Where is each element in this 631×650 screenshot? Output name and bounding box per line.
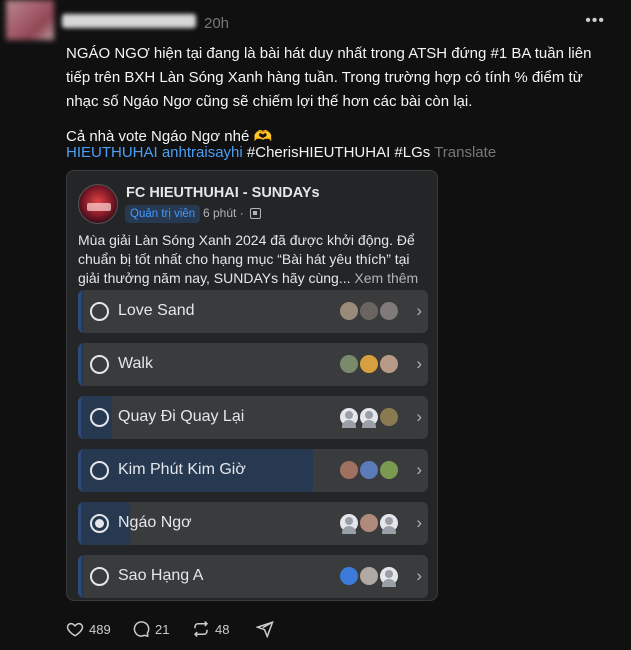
poll-fill (81, 290, 85, 333)
radio-button[interactable] (90, 461, 109, 480)
dot-separator: · (239, 206, 244, 220)
page-name[interactable]: FC HIEUTHUHAI - SUNDAYs (126, 185, 320, 201)
poll: Love Sand › Walk › Quay Đi Quay Lại › Ki… (78, 290, 428, 600)
chevron-right-icon[interactable]: › (416, 513, 422, 533)
post-actions: 489 21 48 (66, 620, 326, 642)
radio-button[interactable] (90, 355, 109, 374)
voter-avatar (378, 565, 400, 587)
poll-option-label: Walk (118, 355, 153, 372)
radio-button[interactable] (90, 408, 109, 427)
send-icon (256, 621, 274, 638)
voter-avatar (338, 300, 360, 322)
admin-badge: Quản trị viên (125, 205, 201, 223)
voter-avatar (358, 512, 380, 534)
voter-avatar (338, 353, 360, 375)
radio-button[interactable] (90, 302, 109, 321)
poll-option[interactable]: Love Sand › (78, 290, 428, 333)
voter-avatar (338, 459, 360, 481)
translate-link[interactable]: Translate (434, 144, 496, 161)
author-avatar[interactable] (6, 0, 54, 40)
page-avatar[interactable] (78, 184, 118, 224)
voter-avatar (358, 353, 380, 375)
see-more-link[interactable]: Xem thêm (354, 270, 418, 286)
post-body: NGÁO NGƠ hiện tại đang là bài hát duy nh… (66, 42, 614, 149)
more-options-icon[interactable]: ••• (585, 12, 605, 30)
poll-option-label: Sao Hạng A (118, 567, 204, 584)
chevron-right-icon[interactable]: › (416, 407, 422, 427)
heart-icon (66, 622, 84, 637)
poll-option-label: Kim Phút Kim Giờ (118, 461, 246, 478)
voter-avatar (378, 300, 400, 322)
like-count: 489 (89, 621, 111, 637)
group-privacy-icon (250, 208, 261, 219)
comment-icon (133, 621, 150, 638)
shared-post-description: Mùa giải Làn Sóng Xanh 2024 đã được khởi… (78, 231, 430, 288)
poll-fill (81, 343, 85, 386)
poll-option[interactable]: Walk › (78, 343, 428, 386)
voter-avatar (378, 353, 400, 375)
voter-avatars[interactable] (338, 406, 406, 428)
voter-avatar (338, 512, 360, 534)
repost-button[interactable]: 48 (192, 620, 229, 638)
voter-avatar (338, 406, 360, 428)
shared-post-card[interactable]: FC HIEUTHUHAI - SUNDAYs Quản trị viên 6 … (66, 170, 438, 601)
voter-avatars[interactable] (338, 353, 406, 375)
poll-option[interactable]: Ngáo Ngơ › (78, 502, 428, 545)
voter-avatars[interactable] (338, 459, 406, 481)
poll-fill (81, 555, 85, 598)
voter-avatar (358, 565, 380, 587)
voter-avatars[interactable] (338, 512, 406, 534)
poll-option[interactable]: Sao Hạng A › (78, 555, 428, 598)
post-timestamp: 20h (204, 15, 230, 32)
post-paragraph: NGÁO NGƠ hiện tại đang là bài hát duy nh… (66, 45, 592, 110)
hashtag-row: HIEUTHUHAI anhtraisayhi #CherisHIEUTHUHA… (66, 143, 496, 163)
repost-icon (193, 620, 209, 638)
hashtag-link[interactable]: #CherisHIEUTHUHAI #LGs (247, 144, 430, 161)
like-button[interactable]: 489 (66, 620, 111, 638)
chevron-right-icon[interactable]: › (416, 460, 422, 480)
shared-post-time: 6 phút · (203, 206, 244, 220)
repost-count: 48 (215, 621, 230, 637)
poll-option-label: Ngáo Ngơ (118, 514, 192, 531)
chevron-right-icon[interactable]: › (416, 566, 422, 586)
poll-option-label: Quay Đi Quay Lại (118, 408, 245, 425)
comment-button[interactable]: 21 (132, 620, 169, 638)
poll-option-label: Love Sand (118, 302, 195, 319)
radio-button[interactable] (90, 567, 109, 586)
shared-time-text: 6 phút (203, 206, 237, 220)
voter-avatar (338, 565, 360, 587)
voter-avatar (358, 459, 380, 481)
poll-option[interactable]: Kim Phút Kim Giờ › (78, 449, 428, 492)
chevron-right-icon[interactable]: › (416, 301, 422, 321)
voter-avatar (378, 459, 400, 481)
voter-avatar (358, 300, 380, 322)
mention-link[interactable]: HIEUTHUHAI anhtraisayhi (66, 144, 243, 161)
voter-avatars[interactable] (338, 300, 406, 322)
radio-button[interactable] (90, 514, 109, 533)
voter-avatar (378, 406, 400, 428)
voter-avatar (358, 406, 380, 428)
voter-avatar (378, 512, 400, 534)
share-button[interactable] (256, 620, 279, 638)
voter-avatars[interactable] (338, 565, 406, 587)
comment-count: 21 (155, 621, 170, 637)
author-name[interactable] (62, 14, 196, 28)
poll-option[interactable]: Quay Đi Quay Lại › (78, 396, 428, 439)
chevron-right-icon[interactable]: › (416, 354, 422, 374)
